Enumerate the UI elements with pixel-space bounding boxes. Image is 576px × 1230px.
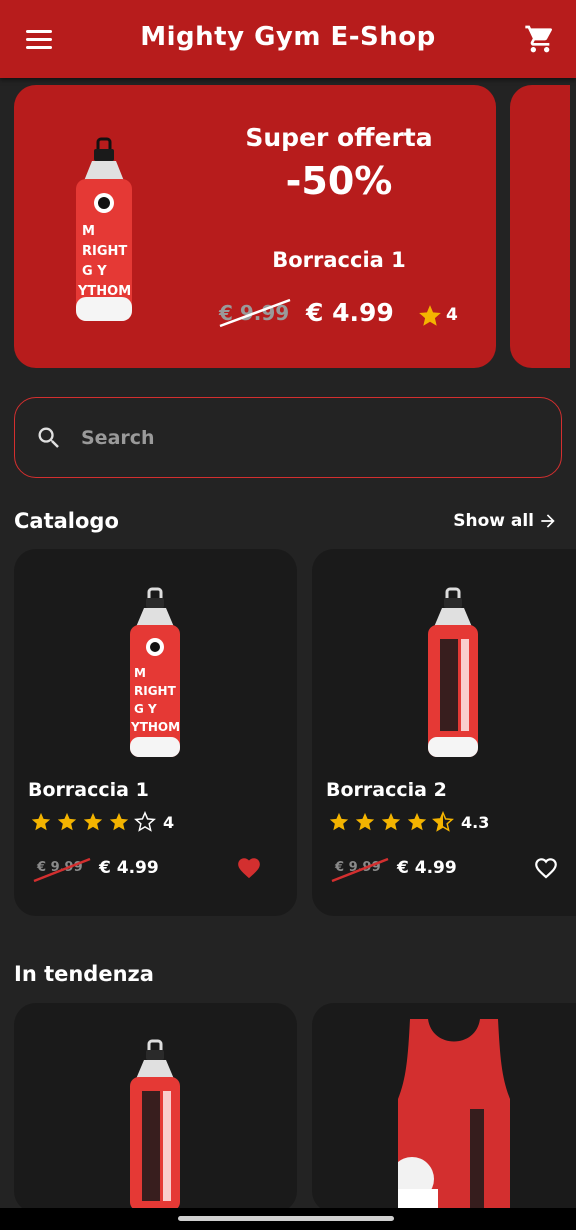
star-icon [57, 812, 77, 831]
svg-text:M: M [82, 224, 95, 239]
svg-text:M: M [134, 666, 146, 680]
show-all-link[interactable]: Show all [453, 511, 558, 531]
app-bar: Mighty Gym E-Shop [0, 0, 576, 78]
heart-outline-icon[interactable] [532, 855, 560, 881]
app-title: Mighty Gym E-Shop [140, 22, 436, 52]
star-icon [329, 812, 349, 831]
strike-line [219, 298, 291, 328]
home-indicator[interactable] [178, 1216, 394, 1221]
offer-price: € 4.99 [306, 298, 394, 327]
svg-text:YTHOM: YTHOM [130, 720, 180, 734]
search-input[interactable] [81, 418, 521, 458]
offer-discount: -50% [285, 159, 393, 203]
svg-text:G Y: G Y [82, 264, 107, 279]
strike-line [331, 857, 389, 883]
bottle-image: M RIGHT G Y YTHOM [130, 587, 180, 757]
star-icon [419, 305, 441, 326]
product-card[interactable]: M RIGHT G Y YTHOM Borraccia 1 4 € 9.99 €… [14, 549, 297, 916]
offer-product-name: Borraccia 1 [272, 248, 406, 272]
arrow-right-icon [541, 514, 555, 528]
star-icon [109, 812, 129, 831]
product-rating: 4.3 [461, 813, 490, 832]
search-bar[interactable] [14, 397, 562, 478]
star-icon [83, 812, 103, 831]
star-icon [381, 812, 401, 831]
star-rating [30, 811, 156, 833]
star-outline-icon [134, 811, 156, 832]
offer-label: Super offerta [245, 123, 433, 152]
bottle-image [130, 1039, 180, 1211]
offer-card[interactable]: M RIGHT G Y YTHOM Super offerta -50% Bor… [14, 85, 496, 368]
star-rating [328, 811, 454, 833]
heart-filled-icon[interactable] [235, 855, 263, 881]
product-rating: 4 [163, 813, 175, 832]
star-icon [407, 812, 427, 831]
product-price: € 4.99 [99, 858, 159, 878]
product-price: € 4.99 [397, 858, 457, 878]
product-name: Borraccia 1 [28, 779, 149, 801]
star-icon [355, 812, 375, 831]
section-title-trending: In tendenza [14, 962, 154, 986]
cart-icon[interactable] [524, 23, 556, 55]
svg-text:RIGHT: RIGHT [134, 684, 177, 698]
bottle-image: M RIGHT G Y YTHOM [76, 137, 132, 321]
svg-text:G Y: G Y [134, 702, 157, 716]
strike-line [33, 857, 91, 883]
section-title-catalog: Catalogo [14, 509, 119, 533]
system-nav-bar [0, 1208, 576, 1230]
search-icon [38, 427, 59, 448]
offer-rating: 4 [446, 305, 458, 325]
show-all-label: Show all [453, 511, 534, 531]
svg-text:RIGHT: RIGHT [82, 244, 127, 259]
product-card[interactable] [312, 1003, 576, 1213]
star-half-icon [432, 811, 454, 832]
product-card[interactable]: Borraccia 2 4.3 € 9.99 € 4.99 [312, 549, 576, 916]
svg-text:YTHOM: YTHOM [77, 284, 131, 299]
next-offer-card[interactable] [510, 85, 570, 368]
product-card[interactable] [14, 1003, 297, 1213]
tank-top-image [398, 1019, 510, 1213]
bottle-image [428, 587, 478, 757]
product-name: Borraccia 2 [326, 779, 447, 801]
star-icon [31, 812, 51, 831]
